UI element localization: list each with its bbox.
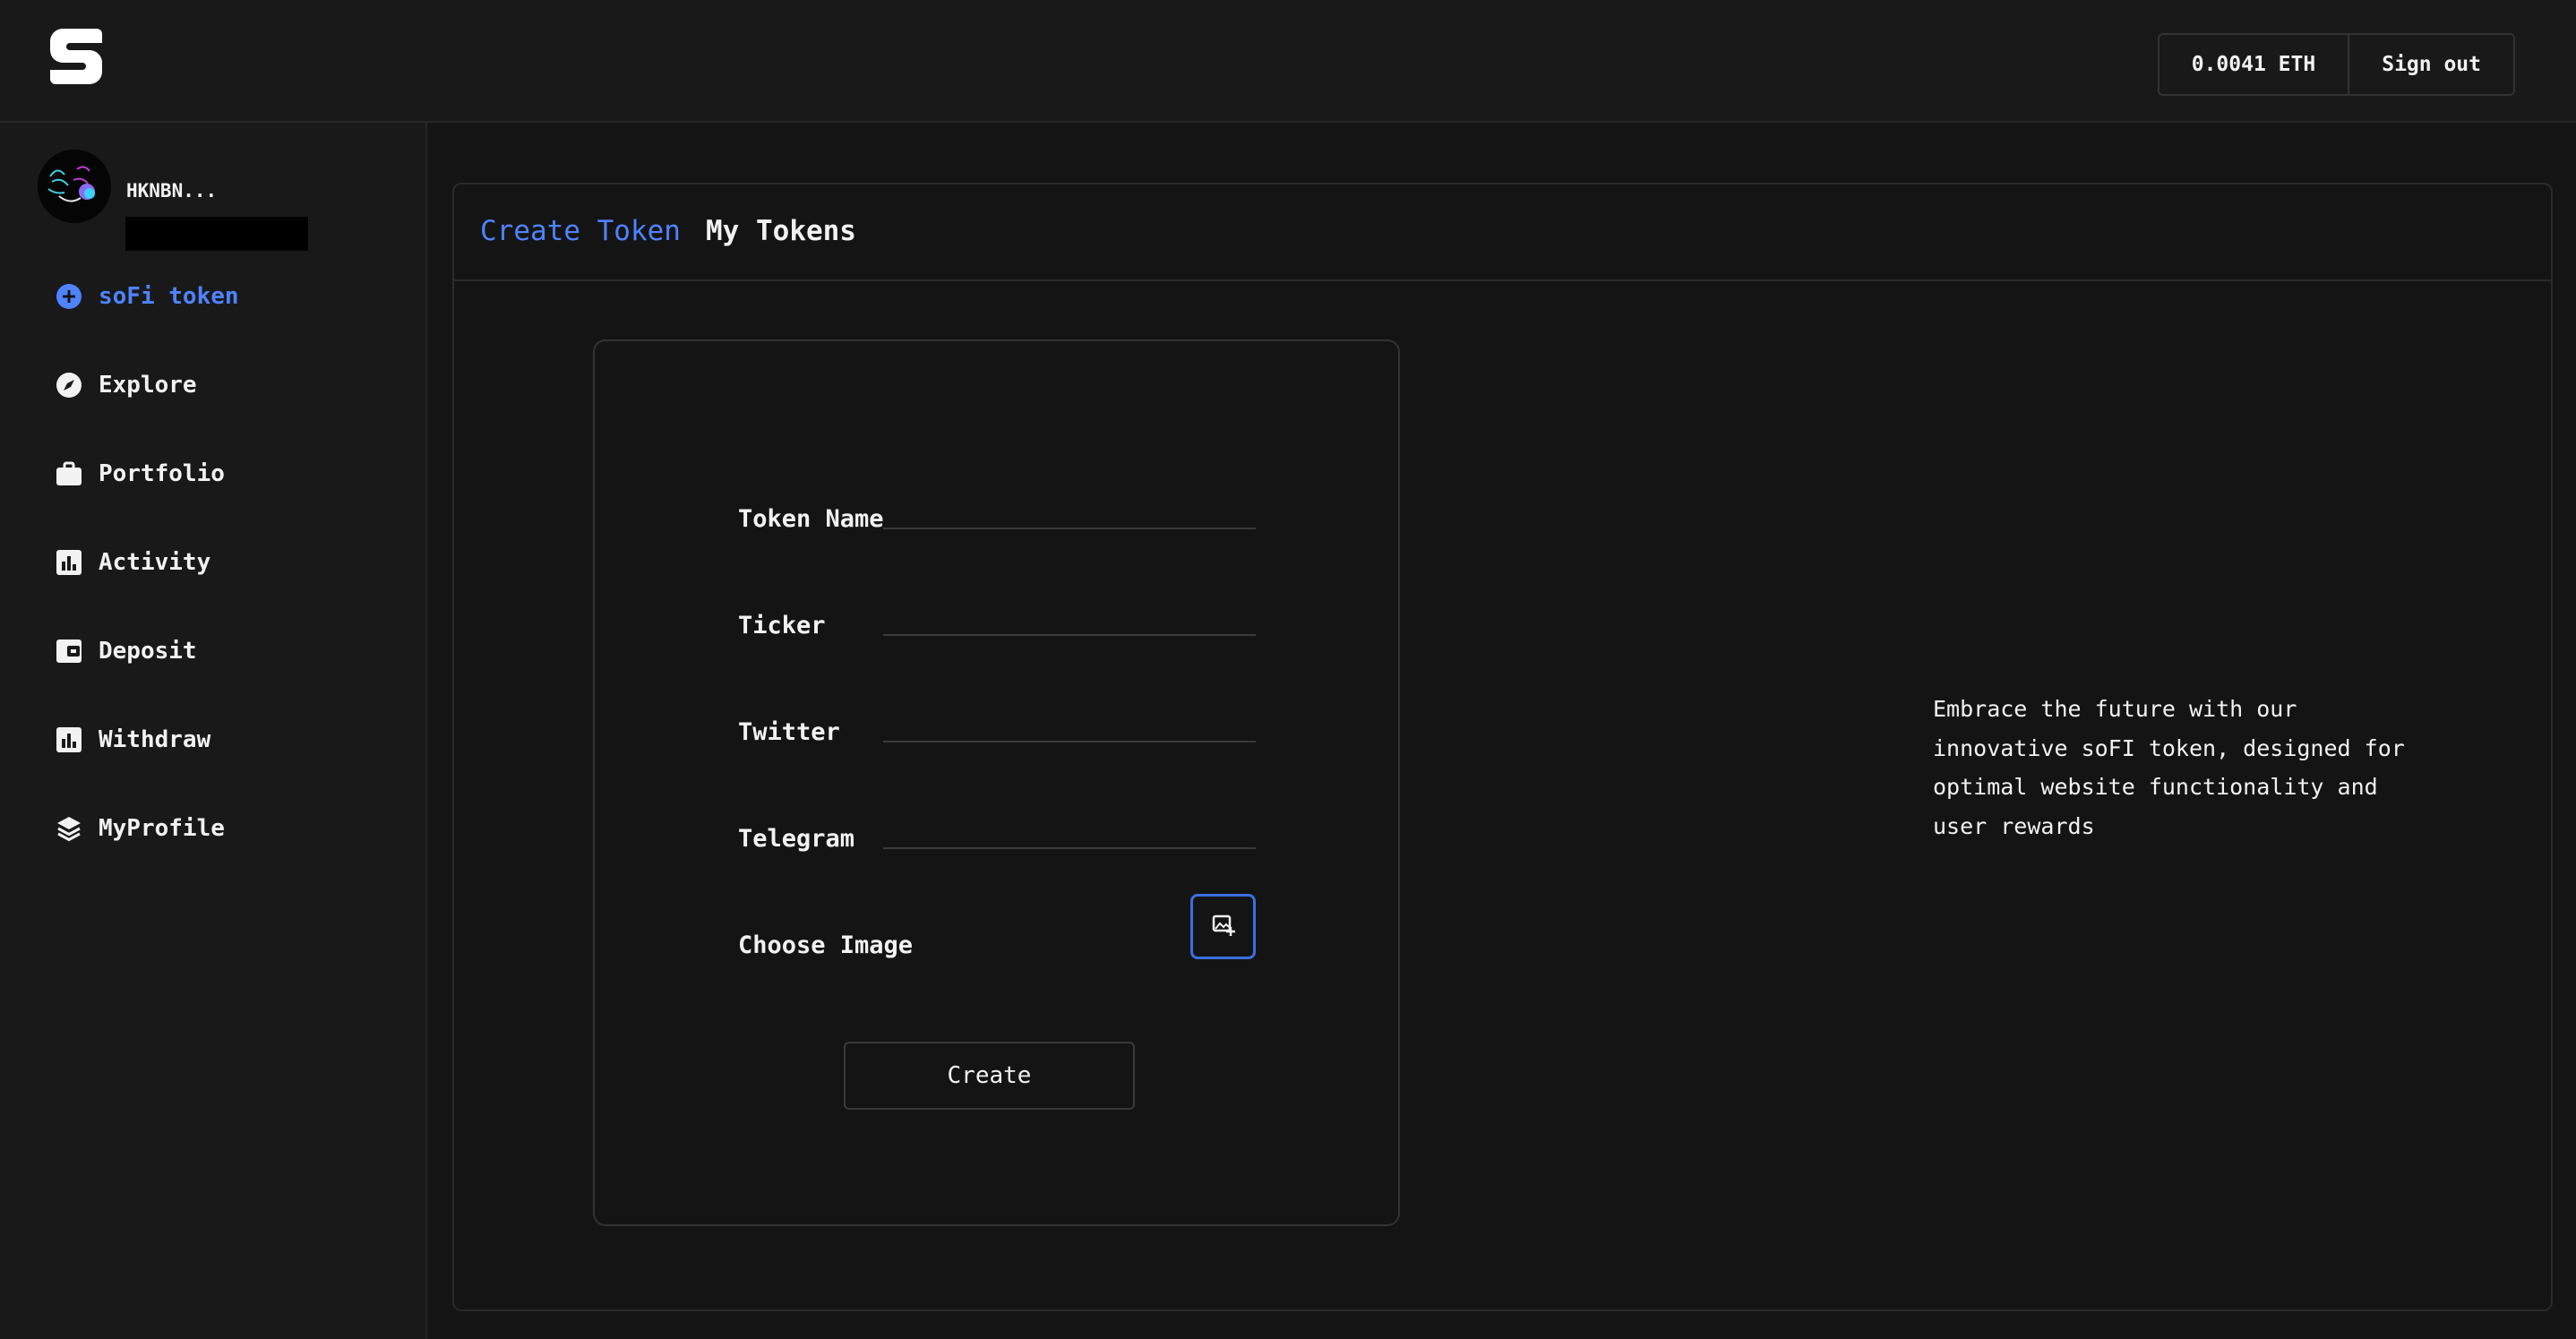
token-name-label: Token Name [738, 505, 884, 533]
token-description: Embrace the future with our innovative s… [1933, 696, 2405, 839]
wallet-icon [56, 638, 82, 665]
token-name-input[interactable] [883, 494, 1256, 529]
sidebar-item-withdraw[interactable]: Withdraw [56, 720, 210, 760]
tab-my-tokens[interactable]: My Tokens [706, 215, 856, 247]
sign-out-button[interactable]: Sign out [2348, 35, 2513, 94]
wallet-controls: 0.0041 ETH Sign out [2157, 33, 2515, 96]
telegram-label: Telegram [738, 825, 855, 853]
ticker-input[interactable] [883, 600, 1256, 636]
sidebar-item-label: Portfolio [99, 460, 225, 487]
tab-create-token[interactable]: Create Token [480, 215, 681, 247]
layers-icon [56, 815, 82, 842]
ticker-label: Ticker [738, 612, 826, 639]
username: HKNBN... [126, 180, 218, 202]
sidebar-item-label: Deposit [99, 638, 197, 665]
sidebar-item-activity[interactable]: Activity [56, 543, 210, 582]
create-button[interactable]: Create [844, 1042, 1135, 1110]
sidebar-item-myprofile[interactable]: MyProfile [56, 809, 225, 848]
sidebar: HKNBN... soFi token Explore Portfolio Ac… [0, 123, 427, 1339]
sidebar-item-label: Activity [99, 549, 211, 576]
redacted-address [125, 217, 308, 251]
twitter-label: Twitter [738, 718, 840, 746]
profile-card[interactable]: HKNBN... [38, 150, 396, 251]
avatar[interactable] [38, 150, 111, 223]
image-add-icon [1212, 914, 1235, 940]
twitter-input[interactable] [883, 707, 1256, 742]
sidebar-item-explore[interactable]: Explore [56, 365, 197, 405]
bar-chart-icon [56, 726, 82, 753]
sidebar-item-portfolio[interactable]: Portfolio [56, 454, 225, 494]
sidebar-item-sofi-token[interactable]: soFi token [56, 277, 239, 316]
bar-chart-icon [56, 549, 82, 576]
plus-circle-icon [56, 283, 82, 310]
choose-image-label: Choose Image [738, 931, 914, 959]
sidebar-item-deposit[interactable]: Deposit [56, 631, 197, 671]
sidebar-item-label: Explore [99, 372, 197, 399]
sidebar-item-label: MyProfile [99, 815, 225, 842]
choose-image-button[interactable] [1190, 894, 1256, 959]
create-token-form: Token Name Ticker Twitter Telegram Choos… [593, 339, 1400, 1226]
tab-bar: Create Token My Tokens [454, 185, 2551, 281]
sidebar-item-label: soFi token [99, 283, 239, 310]
sofi-logo-icon[interactable] [50, 29, 102, 84]
compass-icon [56, 372, 82, 399]
balance-button[interactable]: 0.0041 ETH [2159, 35, 2348, 94]
sidebar-item-label: Withdraw [99, 726, 211, 753]
briefcase-icon [56, 460, 82, 487]
telegram-input[interactable] [883, 813, 1256, 849]
top-bar: 0.0041 ETH Sign out [0, 0, 2576, 123]
main-panel: Create Token My Tokens Token Name Ticker… [452, 183, 2553, 1311]
